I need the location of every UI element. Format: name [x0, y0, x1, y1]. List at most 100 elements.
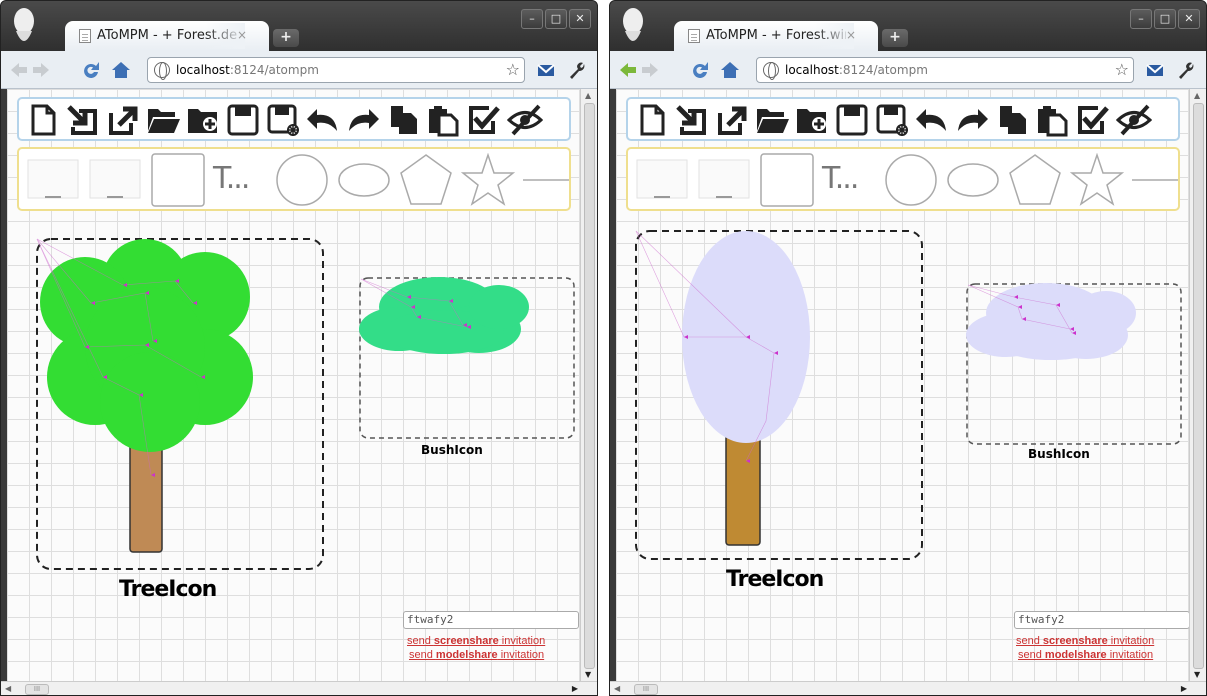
tree-icon-label: TreeIcon [119, 577, 217, 602]
modelshare-invitation-link[interactable]: send modelshare invitation [1018, 649, 1153, 661]
globe-icon [154, 62, 170, 80]
minimize-button[interactable]: – [1130, 9, 1152, 29]
horizontal-scrollbar[interactable]: ◀ III ▶ [1, 681, 597, 695]
load-model-icon[interactable] [674, 103, 710, 137]
close-window-button[interactable]: ✕ [569, 9, 591, 29]
address-bar[interactable]: localhost:8124/atompm ☆ [756, 57, 1134, 83]
open-folder-icon[interactable] [754, 103, 790, 137]
circle-icon[interactable] [275, 153, 329, 207]
title-bar: AToMPM - + Forest.defa × + – □ ✕ [1, 1, 597, 51]
rectangle-icon[interactable] [760, 153, 814, 207]
save-icon[interactable] [225, 103, 261, 137]
bush-icon-label: BushIcon [1028, 447, 1090, 461]
tree-icon-model[interactable] [634, 229, 924, 563]
bush-icon-model[interactable] [966, 283, 1184, 447]
screenshare-invitation-link[interactable]: send screenshare invitation [1016, 635, 1154, 647]
pentagon-icon[interactable] [1008, 153, 1062, 207]
collaboration-id-field[interactable]: ftwafy2 [403, 611, 579, 629]
toggle-visibility-icon[interactable] [507, 103, 543, 137]
save-icon[interactable] [834, 103, 870, 137]
star-icon[interactable] [461, 153, 515, 207]
browser-tab[interactable]: AToMPM - + Forest.defa × [65, 21, 269, 51]
new-tab-button[interactable]: + [273, 29, 299, 47]
new-folder-icon[interactable] [185, 103, 221, 137]
new-model-icon[interactable] [634, 103, 670, 137]
toggle-visibility-icon[interactable] [1116, 103, 1152, 137]
line-icon[interactable] [1132, 177, 1178, 183]
canvas-area[interactable]: T... TreeIcon BushIcon ftwafy2 send scre… [7, 89, 580, 681]
screenshare-invitation-link[interactable]: send screenshare invitation [407, 635, 545, 647]
tree-icon-model[interactable] [35, 237, 325, 571]
bookmark-star-icon[interactable]: ☆ [506, 60, 520, 79]
main-toolbar [626, 97, 1180, 141]
image-icon-1[interactable] [27, 159, 79, 201]
tab-close-icon[interactable]: × [237, 28, 247, 42]
bookmark-star-icon[interactable]: ☆ [1115, 60, 1129, 79]
maximize-button[interactable]: □ [545, 9, 567, 29]
text-icon[interactable]: T... [822, 161, 859, 196]
bush-icon-model[interactable] [359, 277, 577, 441]
horizontal-scrollbar[interactable]: ◀ III ▶ [610, 681, 1206, 695]
minimize-button[interactable]: – [521, 9, 543, 29]
url-text: localhost:8124/atompm [176, 63, 319, 77]
circle-icon[interactable] [884, 153, 938, 207]
image-icon-1[interactable] [636, 159, 688, 201]
wrench-icon[interactable] [566, 60, 586, 80]
image-icon-2[interactable] [698, 159, 750, 201]
close-window-button[interactable]: ✕ [1178, 9, 1200, 29]
new-tab-button[interactable]: + [882, 29, 908, 47]
ellipse-icon[interactable] [337, 161, 391, 199]
paste-icon[interactable] [1034, 103, 1070, 137]
back-arrow-icon[interactable] [618, 60, 638, 80]
rectangle-icon[interactable] [151, 153, 205, 207]
reload-icon[interactable] [81, 60, 101, 80]
export-icon[interactable] [714, 103, 750, 137]
validate-icon[interactable] [1074, 103, 1110, 137]
line-icon[interactable] [523, 177, 569, 183]
reload-icon[interactable] [690, 60, 710, 80]
redo-icon[interactable] [954, 103, 990, 137]
validate-icon[interactable] [465, 103, 501, 137]
image-icon-2[interactable] [89, 159, 141, 201]
undo-icon[interactable] [914, 103, 950, 137]
undo-icon[interactable] [305, 103, 341, 137]
mail-icon[interactable] [536, 60, 556, 80]
redo-icon[interactable] [345, 103, 381, 137]
export-icon[interactable] [105, 103, 141, 137]
star-icon[interactable] [1070, 153, 1124, 207]
browser-window-right: AToMPM - + Forest.wint × + – □ ✕ localhost… [609, 0, 1207, 696]
paste-icon[interactable] [425, 103, 461, 137]
pentagon-icon[interactable] [399, 153, 453, 207]
forward-arrow-icon[interactable] [640, 60, 660, 80]
new-model-icon[interactable] [25, 103, 61, 137]
wrench-icon[interactable] [1175, 60, 1195, 80]
globe-icon [763, 62, 779, 80]
open-folder-icon[interactable] [145, 103, 181, 137]
home-icon[interactable] [111, 60, 131, 80]
save-as-icon[interactable] [874, 103, 910, 137]
main-toolbar [17, 97, 571, 141]
collaboration-id-field[interactable]: ftwafy2 [1014, 611, 1190, 629]
new-folder-icon[interactable] [794, 103, 830, 137]
vertical-scrollbar[interactable]: ▲ ▼ [1189, 89, 1206, 681]
vertical-scrollbar[interactable]: ▲ ▼ [580, 89, 597, 681]
browser-tab[interactable]: AToMPM - + Forest.wint × [674, 21, 878, 51]
copy-icon[interactable] [994, 103, 1030, 137]
ellipse-icon[interactable] [946, 161, 1000, 199]
address-bar[interactable]: localhost:8124/atompm ☆ [147, 57, 525, 83]
canvas-area[interactable]: T... TreeIcon BushIcon ftwafy2 send scre… [616, 89, 1190, 681]
back-arrow-icon[interactable] [9, 60, 29, 80]
url-text: localhost:8124/atompm [785, 63, 928, 77]
load-model-icon[interactable] [65, 103, 101, 137]
document-icon [79, 29, 91, 43]
copy-icon[interactable] [385, 103, 421, 137]
save-as-icon[interactable] [265, 103, 301, 137]
mail-icon[interactable] [1145, 60, 1165, 80]
text-icon[interactable]: T... [213, 161, 250, 196]
modelshare-invitation-link[interactable]: send modelshare invitation [409, 649, 544, 661]
tab-close-icon[interactable]: × [846, 28, 856, 42]
home-icon[interactable] [720, 60, 740, 80]
window-controls: – □ ✕ [519, 7, 591, 29]
forward-arrow-icon[interactable] [31, 60, 51, 80]
maximize-button[interactable]: □ [1154, 9, 1176, 29]
